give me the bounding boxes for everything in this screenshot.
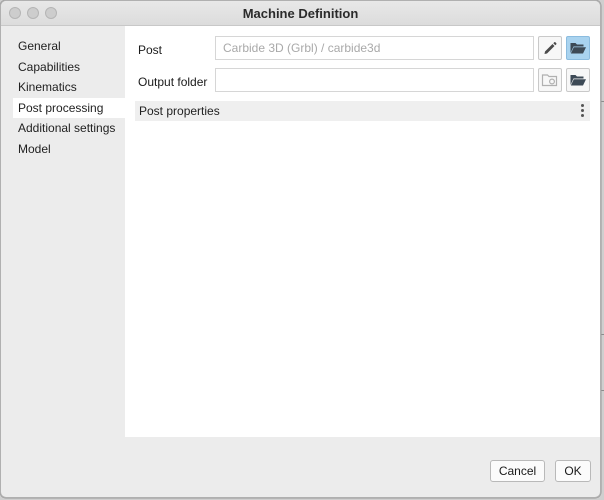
window-title: Machine Definition [242,6,359,21]
sidebar-item-post-processing[interactable]: Post processing [13,97,125,118]
post-field[interactable]: Carbide 3D (Grbl) / carbide3d [215,36,534,60]
sidebar-item-kinematics[interactable]: Kinematics [13,77,125,98]
ok-button[interactable]: OK [555,460,591,482]
sidebar-item-additional-settings[interactable]: Additional settings [13,118,125,139]
post-properties-label: Post properties [139,104,220,118]
sidebar-item-capabilities[interactable]: Capabilities [13,57,125,78]
post-processing-panel: Post Carbide 3D (Grbl) / carbide3d Outpu… [125,26,600,437]
folder-reveal-icon [541,74,558,87]
folder-open-icon [570,43,586,54]
machine-definition-dialog: Machine Definition General Capabilities … [0,0,601,498]
sidebar: General Capabilities Kinematics Post pro… [13,36,125,159]
title-bar: Machine Definition [1,1,600,26]
sidebar-item-general[interactable]: General [13,36,125,57]
cancel-button[interactable]: Cancel [490,460,545,482]
folder-open-icon [570,75,586,86]
pencil-icon [544,42,557,54]
edit-post-button[interactable] [538,36,562,60]
post-label: Post [138,43,163,57]
output-folder-label: Output folder [138,75,208,89]
post-properties-header[interactable]: Post properties [135,101,590,121]
output-folder-field[interactable] [215,68,534,92]
browse-post-button[interactable] [566,36,590,60]
sidebar-item-model[interactable]: Model [13,139,125,160]
reveal-output-folder-button[interactable] [538,68,562,92]
browse-output-folder-button[interactable] [566,68,590,92]
kebab-menu-icon[interactable] [581,104,584,119]
